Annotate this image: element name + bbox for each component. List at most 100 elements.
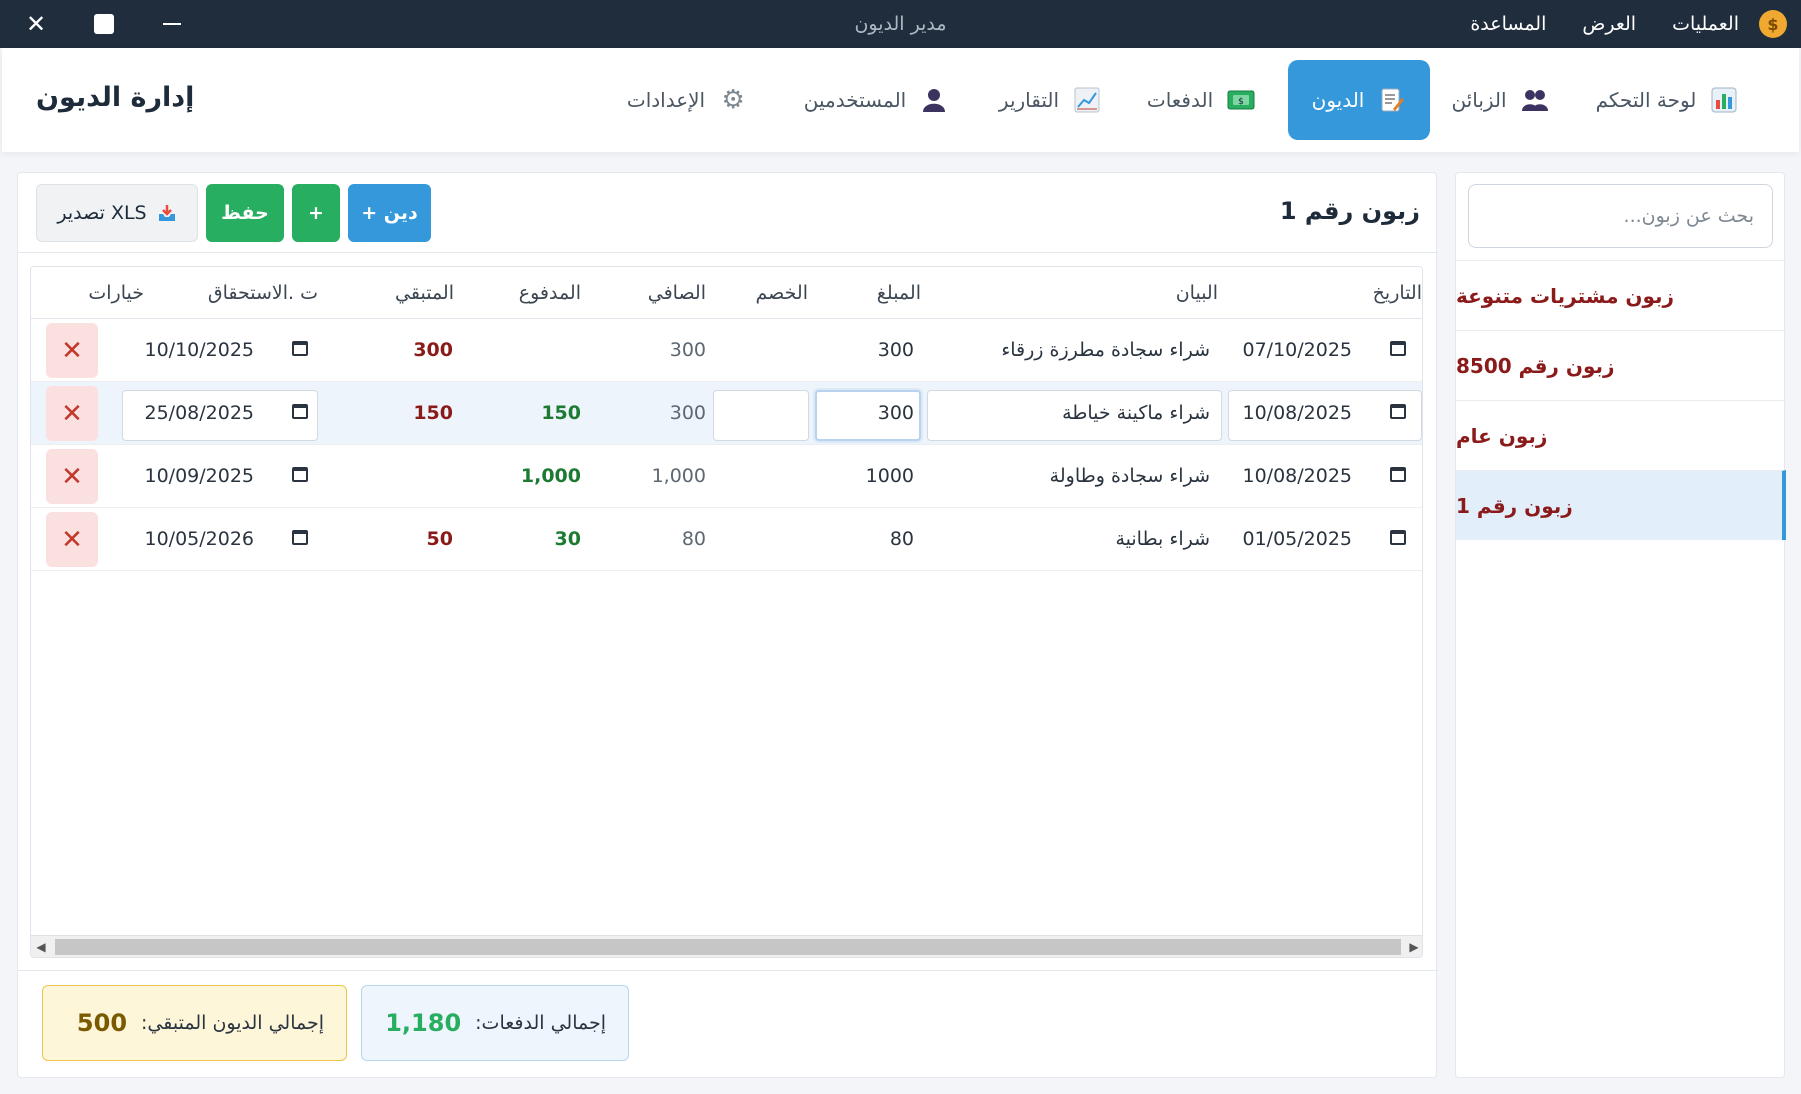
col-due-date: ت .الاستحقاق bbox=[207, 282, 318, 304]
table-row-editing[interactable]: 10/08/2025 شراء ماكينة خياطة 300 300 150… bbox=[31, 382, 1422, 445]
nav-label: الزبائن bbox=[1451, 88, 1507, 112]
close-icon: ✕ bbox=[25, 10, 47, 38]
app-brand: إدارة الديون bbox=[36, 82, 195, 113]
table-header: التاريخ البيان المبلغ الخصم الصافي المدف… bbox=[31, 267, 1422, 319]
customer-item[interactable]: زبون رقم 8500 bbox=[1456, 330, 1786, 400]
cell-date[interactable]: 07/10/2025 bbox=[1242, 319, 1352, 382]
cell-due-date[interactable]: 10/10/2025 bbox=[144, 319, 254, 382]
scrollbar-thumb[interactable] bbox=[55, 939, 1401, 955]
cell-paid: 1,000 bbox=[520, 465, 581, 487]
cell-due-date[interactable]: 10/09/2025 bbox=[144, 445, 254, 508]
nav-users[interactable]: المستخدمين bbox=[778, 60, 974, 140]
app-window: مدير الديون $ العمليات العرض المساعدة ✕ … bbox=[0, 0, 1801, 1094]
cell-amount[interactable]: 1000 bbox=[866, 445, 914, 508]
nav-label: التقارير bbox=[998, 88, 1060, 112]
minimize-icon bbox=[163, 23, 181, 25]
nav-label: لوحة التحكم bbox=[1595, 88, 1697, 112]
nav-label: الدفعات bbox=[1146, 88, 1214, 112]
table-row[interactable]: 10/08/2025 شراء سجادة وطاولة 1000 1,000 … bbox=[31, 445, 1422, 508]
cell-paid: 150 bbox=[541, 402, 581, 424]
cell-description[interactable]: شراء سجادة مطرزة زرقاء bbox=[1001, 319, 1210, 382]
menu-view[interactable]: العرض bbox=[1582, 13, 1636, 35]
calendar-icon[interactable] bbox=[291, 465, 309, 483]
calendar-icon[interactable] bbox=[291, 528, 309, 546]
table-row[interactable]: 07/10/2025 شراء سجادة مطرزة زرقاء 300 30… bbox=[31, 319, 1422, 382]
cell-date[interactable]: 10/08/2025 bbox=[1242, 445, 1352, 508]
calendar-icon[interactable] bbox=[291, 339, 309, 357]
calendar-icon[interactable] bbox=[1389, 402, 1407, 420]
calendar-icon[interactable] bbox=[1389, 465, 1407, 483]
total-payments-card: إجمالي الدفعات: 1,180 bbox=[361, 985, 629, 1061]
debts-table: التاريخ البيان المبلغ الخصم الصافي المدف… bbox=[30, 266, 1423, 958]
memo-icon bbox=[1378, 86, 1406, 114]
cell-due-date[interactable]: 10/05/2026 bbox=[144, 508, 254, 571]
export-label: تصدير XLS bbox=[57, 202, 147, 224]
customer-sidebar: زبون مشتريات متنوعة زبون رقم 8500 زبون ع… bbox=[1455, 172, 1786, 1078]
nav-customers[interactable]: الزبائن bbox=[1436, 60, 1564, 140]
delete-row-button[interactable]: ✕ bbox=[46, 323, 98, 378]
customer-item-active[interactable]: زبون رقم 1 bbox=[1456, 470, 1786, 540]
export-xls-button[interactable]: تصدير XLS bbox=[36, 184, 198, 242]
minimize-button[interactable] bbox=[150, 0, 194, 48]
col-amount: المبلغ bbox=[876, 282, 921, 304]
customer-item[interactable]: زبون عام bbox=[1456, 400, 1786, 470]
calendar-icon[interactable] bbox=[1389, 339, 1407, 357]
add-button[interactable]: + bbox=[292, 184, 340, 242]
cell-description[interactable]: شراء سجادة وطاولة bbox=[1050, 445, 1210, 508]
calendar-icon[interactable] bbox=[1389, 528, 1407, 546]
total-remaining-value: 500 bbox=[76, 1009, 128, 1037]
table-row[interactable]: 01/05/2025 شراء بطانية 80 80 30 50 10/05… bbox=[31, 508, 1422, 571]
cell-description[interactable]: شراء بطانية bbox=[1115, 508, 1210, 571]
total-remaining-label: إجمالي الديون المتبقي: bbox=[141, 1012, 324, 1034]
maximize-icon bbox=[94, 14, 114, 34]
calendar-icon[interactable] bbox=[291, 402, 309, 420]
menu-operations[interactable]: العمليات bbox=[1672, 13, 1739, 35]
menu-help[interactable]: المساعدة bbox=[1470, 13, 1546, 35]
cell-net: 300 bbox=[669, 402, 706, 424]
nav-settings[interactable]: ⚙ الإعدادات bbox=[606, 60, 768, 140]
col-date: التاريخ bbox=[1372, 282, 1422, 304]
scroll-left-arrow-icon[interactable]: ◀ bbox=[31, 936, 51, 957]
delete-row-button[interactable]: ✕ bbox=[46, 512, 98, 567]
money-icon: $ bbox=[1227, 86, 1255, 114]
col-description: البيان bbox=[1175, 282, 1218, 304]
nav-reports[interactable]: التقارير bbox=[980, 60, 1120, 140]
cell-amount[interactable]: 300 bbox=[878, 382, 914, 445]
cell-amount[interactable]: 80 bbox=[890, 508, 914, 571]
cell-remaining: 150 bbox=[413, 402, 453, 424]
cell-date[interactable]: 01/05/2025 bbox=[1242, 508, 1352, 571]
total-payments-label: إجمالي الدفعات: bbox=[475, 1012, 606, 1034]
bar-chart-icon bbox=[1710, 86, 1738, 114]
line-chart-icon bbox=[1073, 86, 1101, 114]
delete-row-button[interactable]: ✕ bbox=[46, 386, 98, 441]
cell-date[interactable]: 10/08/2025 bbox=[1242, 382, 1352, 445]
close-icon: ✕ bbox=[61, 335, 83, 366]
customer-title: زبون رقم 1 bbox=[1279, 197, 1420, 225]
money-bag-icon: $ bbox=[1759, 10, 1787, 38]
maximize-button[interactable] bbox=[82, 0, 126, 48]
col-discount: الخصم bbox=[755, 282, 808, 304]
customer-item[interactable]: زبون مشتريات متنوعة bbox=[1456, 260, 1786, 330]
delete-row-button[interactable]: ✕ bbox=[46, 449, 98, 504]
cell-due-date[interactable]: 25/08/2025 bbox=[144, 382, 254, 445]
col-net: الصافي bbox=[647, 282, 706, 304]
close-button[interactable]: ✕ bbox=[14, 0, 58, 48]
discount-input-box[interactable] bbox=[713, 390, 809, 441]
nav-label: الإعدادات bbox=[626, 88, 706, 112]
nav-label: المستخدمين bbox=[803, 88, 907, 112]
horizontal-scrollbar[interactable]: ◀ ▶ bbox=[31, 935, 1422, 957]
cell-amount[interactable]: 300 bbox=[878, 319, 914, 382]
scroll-right-arrow-icon[interactable]: ▶ bbox=[1404, 936, 1422, 957]
gear-icon: ⚙ bbox=[721, 85, 745, 115]
add-debt-button[interactable]: + دين bbox=[348, 184, 431, 242]
nav-debts[interactable]: الديون bbox=[1288, 60, 1430, 140]
title-bar: مدير الديون $ العمليات العرض المساعدة ✕ bbox=[0, 0, 1801, 48]
nav-dashboard[interactable]: لوحة التحكم bbox=[1568, 60, 1766, 140]
nav-label: الديون bbox=[1311, 88, 1365, 112]
customer-search-input[interactable] bbox=[1468, 184, 1773, 248]
close-icon: ✕ bbox=[61, 461, 83, 492]
nav-payments[interactable]: $ الدفعات bbox=[1126, 60, 1276, 140]
nav-bar: إدارة الديون لوحة التحكم الزبائن الديون … bbox=[2, 48, 1799, 152]
cell-description[interactable]: شراء ماكينة خياطة bbox=[1062, 382, 1210, 445]
save-button[interactable]: حفظ bbox=[206, 184, 284, 242]
